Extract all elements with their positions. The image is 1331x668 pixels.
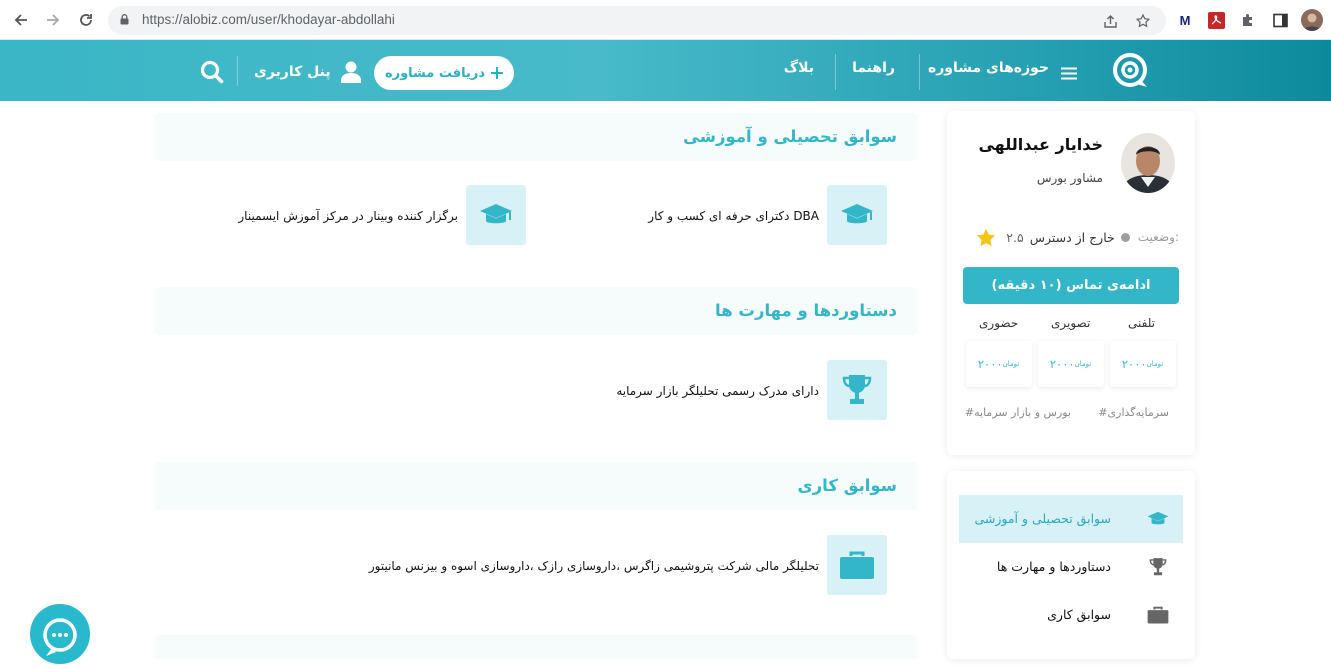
menu-item-label: سوابق تحصیلی و آموزشی (974, 511, 1111, 526)
section-achievements-header: دستاوردها و مهارت ها (155, 287, 917, 335)
price-value: ۲۰۰۰ (1049, 357, 1075, 371)
extension-m-icon[interactable]: M (1175, 10, 1195, 30)
alobiz-logo-icon[interactable] (1112, 52, 1150, 90)
continue-call-button[interactable]: ادامه‌ی تماس (۱۰ دقیقه) (963, 267, 1179, 304)
section-work-header: سوابق کاری (155, 462, 917, 510)
browser-toolbar: https://alobiz.com/user/khodayar-abdolla… (0, 0, 1331, 40)
section-title: سوابق تحصیلی و آموزشی (683, 127, 897, 146)
graduation-cap-icon (466, 185, 526, 245)
share-icon[interactable] (1101, 12, 1119, 30)
graduation-cap-icon (1147, 511, 1169, 525)
chat-bubble-icon (43, 618, 77, 656)
price-value: ۲۰۰۰ (977, 357, 1003, 371)
briefcase-icon (1147, 606, 1169, 624)
menu-item-work[interactable]: سوابق کاری (959, 591, 1183, 639)
lock-icon (120, 14, 129, 25)
tag-stock-market[interactable]: #بورس و بازار سرمایه (965, 406, 1071, 419)
header-divider (237, 56, 238, 86)
rating-value: ۲.۵ (1006, 229, 1024, 245)
nav-consult-areas[interactable]: حوزه‌های مشاوره (928, 60, 1049, 76)
hamburger-menu-icon[interactable] (1061, 65, 1077, 80)
briefcase-icon (827, 535, 887, 595)
price-phone[interactable]: ۲۰۰۰ تومان (1110, 341, 1176, 387)
section-next-header (155, 635, 917, 659)
search-icon[interactable] (200, 60, 224, 84)
nav-blog[interactable]: بلاگ (784, 60, 814, 76)
price-in-person[interactable]: ۲۰۰۰ تومان (966, 341, 1032, 387)
nav-guide[interactable]: راهنما (852, 60, 895, 76)
profile-section-menu: سوابق تحصیلی و آموزشی دستاوردها و مهارت … (947, 471, 1195, 659)
trophy-icon (827, 360, 887, 420)
menu-item-education[interactable]: سوابق تحصیلی و آموزشی (959, 495, 1183, 543)
price-video[interactable]: ۲۰۰۰ تومان (1038, 341, 1104, 387)
price-unit: تومان (1146, 360, 1164, 368)
nav-divider (919, 54, 920, 90)
user-panel-label: پنل کاربری (254, 64, 331, 80)
profile-details: سوابق تحصیلی و آموزشی DBA دکترای حرفه ای… (155, 101, 917, 659)
price-value: ۲۰۰۰ (1121, 357, 1147, 371)
site-header: حوزه‌های مشاوره راهنما بلاگ دریافت مشاور… (0, 40, 1331, 101)
advisor-title: مشاور بورس (1036, 171, 1103, 185)
section-title: سوابق کاری (797, 476, 897, 495)
menu-item-achievements[interactable]: دستاوردها و مهارت ها (959, 543, 1183, 591)
menu-item-label: دستاوردها و مهارت ها (996, 559, 1111, 574)
profile-avatar-icon[interactable] (1301, 9, 1323, 31)
chat-support-button[interactable] (30, 604, 90, 664)
call-type-video: تصویری (1051, 316, 1091, 330)
plus-icon (491, 67, 504, 79)
puzzle-extensions-icon[interactable] (1238, 10, 1258, 30)
pdf-extension-icon[interactable] (1206, 10, 1226, 30)
achievement-item: دارای مدرک رسمی تحلیلگر بازار سرمایه (616, 384, 819, 398)
call-type-phone: تلفنی (1128, 316, 1156, 330)
side-panel-icon[interactable] (1270, 10, 1290, 30)
work-item: تحلیلگر مالی شرکت پتروشیمی زاگرس ،داروسا… (368, 559, 819, 573)
status-dot (1120, 232, 1130, 242)
back-arrow-icon[interactable] (10, 9, 32, 31)
status-value: خارج از دسترس (1029, 229, 1115, 245)
get-consult-label: دریافت مشاوره (384, 65, 486, 81)
section-education-header: سوابق تحصیلی و آموزشی (155, 113, 917, 161)
advisor-avatar (1121, 133, 1175, 193)
nav-divider (835, 54, 836, 90)
tag-investment[interactable]: #سرمایه‌گذاری (1098, 406, 1169, 419)
price-unit: تومان (1074, 360, 1092, 368)
advisor-name: خدایار عبداللهی (978, 135, 1103, 154)
address-bar[interactable]: https://alobiz.com/user/khodayar-abdolla… (108, 6, 1166, 35)
menu-item-label: سوابق کاری (1047, 607, 1111, 622)
status-row: وضعیت: خارج از دسترس ۲.۵ (976, 227, 1179, 247)
status-label: وضعیت: (1137, 230, 1179, 244)
reload-icon[interactable] (75, 9, 97, 31)
forward-arrow-icon[interactable] (42, 9, 64, 31)
rating-star-icon (977, 228, 996, 246)
bookmark-star-icon[interactable] (1134, 12, 1152, 30)
user-panel-link[interactable]: پنل کاربری (254, 60, 361, 84)
get-consult-button[interactable]: دریافت مشاوره (374, 56, 514, 90)
profile-card: خدایار عبداللهی مشاور بورس وضعیت: خارج ا… (947, 111, 1195, 455)
education-item: DBA دکترای حرفه ای کسب و کار (648, 209, 819, 223)
user-icon (340, 61, 361, 83)
price-unit: تومان (1002, 360, 1020, 368)
call-type-in-person: حضوری (979, 316, 1019, 330)
trophy-icon (1149, 558, 1167, 576)
url-text: https://alobiz.com/user/khodayar-abdolla… (142, 12, 395, 27)
graduation-cap-icon (827, 185, 887, 245)
section-title: دستاوردها و مهارت ها (715, 301, 897, 320)
education-item: برگزار کننده وبینار در مرکز آموزش ایسمین… (238, 209, 458, 223)
